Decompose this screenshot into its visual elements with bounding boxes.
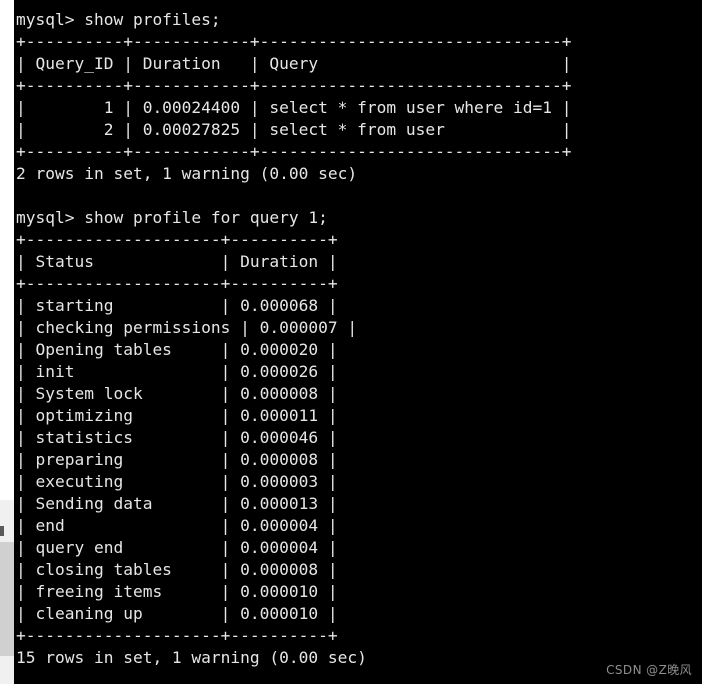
console-line: | System lock | 0.000008 | bbox=[16, 384, 338, 403]
console-line: | cleaning up | 0.000010 | bbox=[16, 604, 338, 623]
csdn-watermark: CSDN @Z晚风 bbox=[606, 663, 692, 677]
console-line: +----------+------------+---------------… bbox=[16, 76, 572, 95]
console-line: +--------------------+----------+ bbox=[16, 230, 338, 249]
console-line: +--------------------+----------+ bbox=[16, 626, 338, 645]
console-line: | Status | Duration | bbox=[16, 252, 338, 271]
console-line: 15 rows in set, 1 warning (0.00 sec) bbox=[16, 648, 367, 667]
console-line: | closing tables | 0.000008 | bbox=[16, 560, 338, 579]
console-line: | starting | 0.000068 | bbox=[16, 296, 338, 315]
strip-segment-light-lower bbox=[0, 656, 14, 684]
left-page-strip bbox=[0, 0, 14, 684]
console-line: +----------+------------+---------------… bbox=[16, 32, 572, 51]
console-line: | 1 | 0.00024400 | select * from user wh… bbox=[16, 98, 572, 117]
console-line: | freeing items | 0.000010 | bbox=[16, 582, 338, 601]
console-line: | end | 0.000004 | bbox=[16, 516, 338, 535]
console-line: +----------+------------+---------------… bbox=[16, 142, 572, 161]
terminal-screenshot: mysql> show profiles; +----------+-------… bbox=[0, 0, 702, 684]
console-line: | executing | 0.000003 | bbox=[16, 472, 338, 491]
strip-tick-mark bbox=[0, 526, 4, 536]
console-line: | 2 | 0.00027825 | select * from user | bbox=[16, 120, 572, 139]
console-line: | Opening tables | 0.000020 | bbox=[16, 340, 338, 359]
console-line: | preparing | 0.000008 | bbox=[16, 450, 338, 469]
console-line: | statistics | 0.000046 | bbox=[16, 428, 338, 447]
console-line: | query end | 0.000004 | bbox=[16, 538, 338, 557]
console-line: +--------------------+----------+ bbox=[16, 274, 338, 293]
console-line: | Sending data | 0.000013 | bbox=[16, 494, 338, 513]
console-line: mysql> show profile for query 1; bbox=[16, 208, 328, 227]
console-output: mysql> show profiles; +----------+-------… bbox=[16, 9, 572, 669]
console-line: | optimizing | 0.000011 | bbox=[16, 406, 338, 425]
console-line: | checking permissions | 0.000007 | bbox=[16, 318, 358, 337]
console-line: | init | 0.000026 | bbox=[16, 362, 338, 381]
console-line: | Query_ID | Duration | Query | bbox=[16, 54, 572, 73]
terminal-surface[interactable]: mysql> show profiles; +----------+-------… bbox=[14, 0, 702, 684]
strip-segment-gray bbox=[0, 542, 14, 656]
console-line: 2 rows in set, 1 warning (0.00 sec) bbox=[16, 164, 358, 183]
strip-segment-white bbox=[0, 0, 14, 500]
console-line: mysql> show profiles; bbox=[16, 10, 221, 29]
